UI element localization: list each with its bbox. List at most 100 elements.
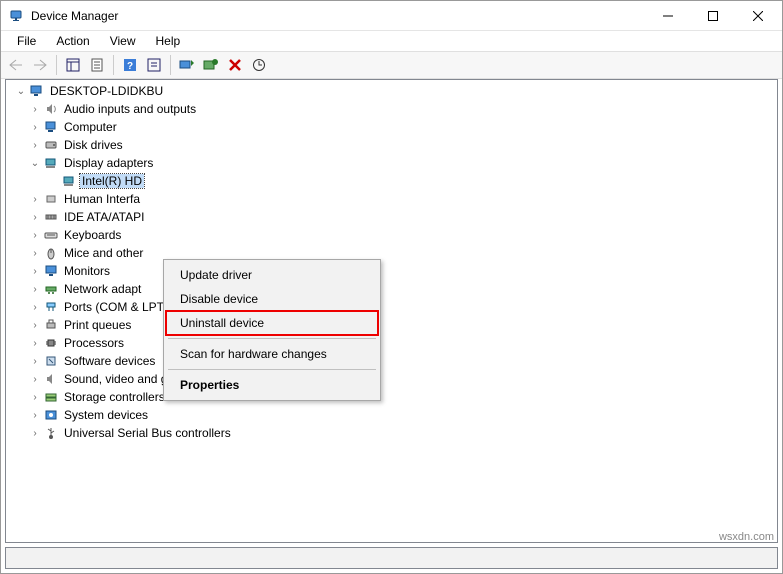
tree-category-sound[interactable]: ›Sound, video and game controllers [10,370,777,388]
action-button[interactable] [143,54,165,76]
expand-icon[interactable]: › [28,392,42,403]
pc-icon [43,119,59,135]
tree-category-network[interactable]: ›Network adapt [10,280,777,298]
context-separator [168,338,376,339]
expand-icon[interactable]: › [28,320,42,331]
printer-icon [43,317,59,333]
system-icon [43,407,59,423]
keyboard-icon [43,227,59,243]
tree-device-intel-hd[interactable]: Intel(R) HD [10,172,777,190]
collapse-icon[interactable]: ⌄ [28,158,42,169]
toolbar-separator [113,55,114,75]
usb-icon [43,425,59,441]
expand-icon[interactable]: › [28,104,42,115]
tree-label: Audio inputs and outputs [62,102,198,116]
collapse-icon[interactable]: ⌄ [14,86,28,97]
add-legacy-button[interactable] [200,54,222,76]
tree-category-storage[interactable]: ›Storage controllers [10,388,777,406]
tree-label: System devices [62,408,150,422]
software-icon [43,353,59,369]
show-hidden-button[interactable] [62,54,84,76]
window-title: Device Manager [31,9,118,23]
expand-icon[interactable]: › [28,212,42,223]
menu-view[interactable]: View [100,32,146,50]
tree-category-hid[interactable]: ›Human Interfa [10,190,777,208]
cpu-icon [43,335,59,351]
help-button[interactable]: ? [119,54,141,76]
maximize-button[interactable] [690,2,735,30]
titlebar: Device Manager [1,1,782,31]
attribution-text: wsxdn.com [719,531,774,543]
menu-action[interactable]: Action [46,32,99,50]
tree-category-keyboards[interactable]: › Keyboards [10,226,777,244]
uninstall-button[interactable] [224,54,246,76]
app-icon [9,8,25,24]
network-icon [43,281,59,297]
context-disable-device[interactable]: Disable device [166,287,378,311]
audio-icon [43,101,59,117]
close-button[interactable] [735,2,780,30]
device-tree[interactable]: ⌄ DESKTOP-LDIDKBU › Audio inputs and outp… [5,79,778,543]
expand-icon[interactable]: › [28,410,42,421]
context-scan-hardware[interactable]: Scan for hardware changes [166,342,378,366]
tree-category-ports[interactable]: › Ports (COM & LPT) [10,298,777,316]
expand-icon[interactable]: › [28,230,42,241]
tree-label: Monitors [62,264,112,278]
tree-root[interactable]: ⌄ DESKTOP-LDIDKBU [10,82,777,100]
tree-category-ide[interactable]: › IDE ATA/ATAPI [10,208,777,226]
tree-category-disk[interactable]: › Disk drives [10,136,777,154]
expand-icon[interactable]: › [28,428,42,439]
expand-icon[interactable]: › [28,284,42,295]
update-driver-button[interactable] [248,54,270,76]
expand-icon[interactable]: › [28,266,42,277]
context-update-driver[interactable]: Update driver [166,263,378,287]
context-uninstall-device[interactable]: Uninstall device [166,311,378,335]
svg-text:?: ? [127,61,133,72]
tree-label: IDE ATA/ATAPI [62,210,146,224]
client-area: ⌄ DESKTOP-LDIDKBU › Audio inputs and outp… [1,79,782,547]
properties-button[interactable] [86,54,108,76]
tree-label: Computer [62,120,119,134]
expand-icon[interactable]: › [28,194,42,205]
tree-category-processors[interactable]: ›Processors [10,334,777,352]
tree-category-audio[interactable]: › Audio inputs and outputs [10,100,777,118]
context-properties[interactable]: Properties [166,373,378,397]
tree-label: Ports (COM & LPT) [62,300,170,314]
tree-label: Software devices [62,354,157,368]
tree-label: Display adapters [62,156,155,170]
expand-icon[interactable]: › [28,374,42,385]
hid-icon [43,191,59,207]
tree-label: Intel(R) HD [80,174,144,188]
menu-file[interactable]: File [7,32,46,50]
tree-category-printq[interactable]: › Print queues [10,316,777,334]
back-button[interactable] [5,54,27,76]
expand-icon[interactable]: › [28,356,42,367]
expand-icon[interactable]: › [28,338,42,349]
tree-category-computer[interactable]: › Computer [10,118,777,136]
scan-hardware-button[interactable] [176,54,198,76]
monitor-icon [43,263,59,279]
menu-help[interactable]: Help [146,32,191,50]
expand-icon[interactable]: › [28,248,42,259]
minimize-button[interactable] [645,2,690,30]
context-menu: Update driver Disable device Uninstall d… [163,259,381,401]
mouse-icon [43,245,59,261]
expand-icon[interactable]: › [28,140,42,151]
expand-icon[interactable]: › [28,302,42,313]
tree-category-mice[interactable]: ›Mice and other [10,244,777,262]
ide-icon [43,209,59,225]
tree-category-usb[interactable]: › Universal Serial Bus controllers [10,424,777,442]
expand-icon[interactable]: › [28,122,42,133]
tree-category-monitors[interactable]: › Monitors [10,262,777,280]
tree-label: Universal Serial Bus controllers [62,426,233,440]
tree-category-softdev[interactable]: › Software devices [10,352,777,370]
tree-category-system[interactable]: › System devices [10,406,777,424]
tree-label: Keyboards [62,228,123,242]
tree-label: Print queues [62,318,133,332]
toolbar-separator [170,55,171,75]
tree-label: Disk drives [62,138,125,152]
context-separator [168,369,376,370]
forward-button[interactable] [29,54,51,76]
tree-label: DESKTOP-LDIDKBU [48,84,165,98]
tree-category-display[interactable]: ⌄ Display adapters [10,154,777,172]
